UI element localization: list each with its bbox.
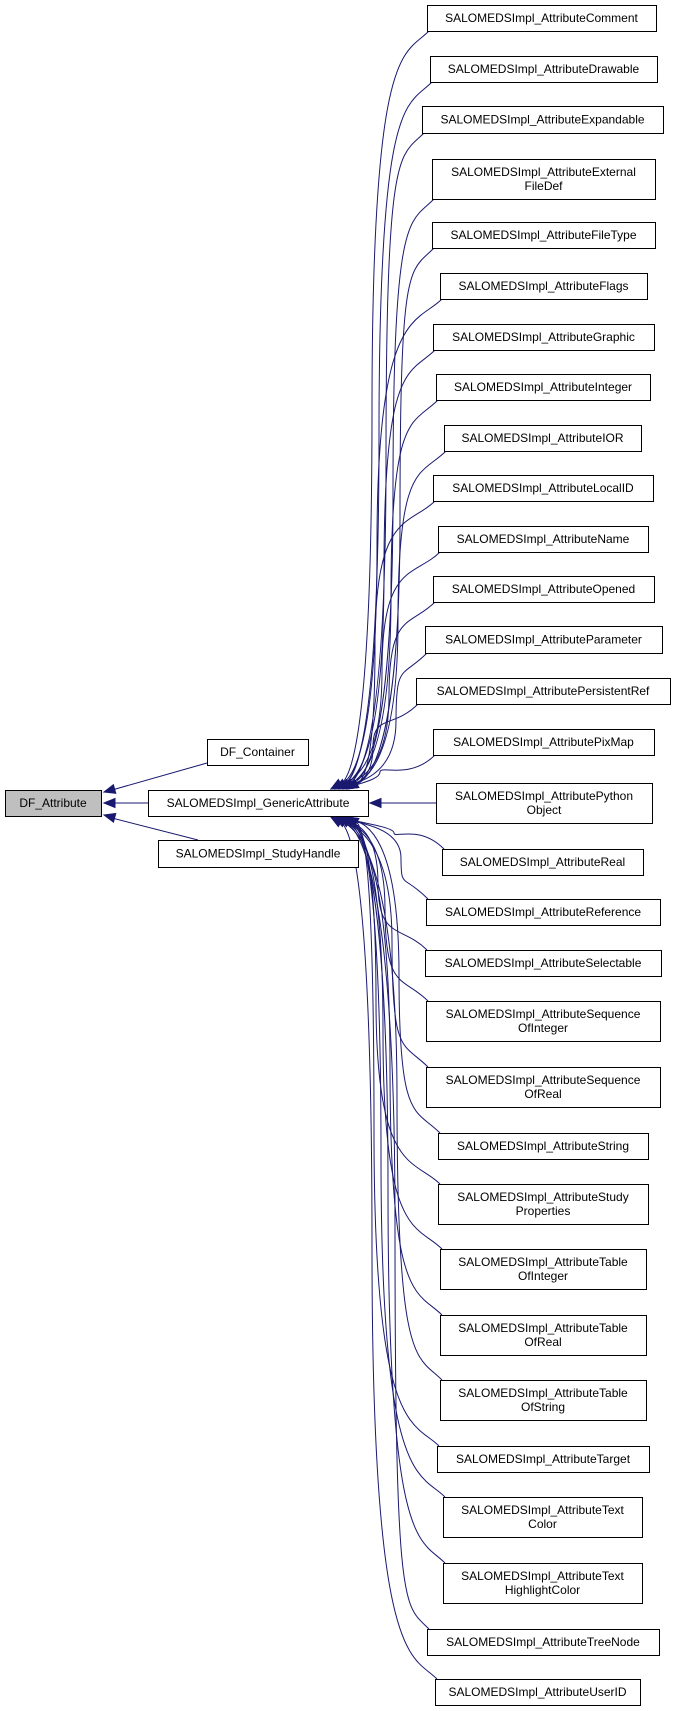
- class-node-attr-sequence-of-real[interactable]: SALOMEDSImpl_AttributeSequenceOfReal: [426, 1067, 661, 1108]
- inheritance-diagram: DF_Attribute DF_Container SALOMEDSImpl_Gen…: [0, 0, 675, 1711]
- class-label: SALOMEDSImpl_AttributeTable: [458, 1321, 628, 1335]
- class-label: SALOMEDSImpl_AttributeText: [461, 1569, 624, 1583]
- class-label: FileDef: [524, 179, 563, 193]
- class-label: SALOMEDSImpl_AttributeSequence: [446, 1007, 641, 1021]
- class-label: HighlightColor: [505, 1583, 580, 1597]
- class-label: SALOMEDSImpl_AttributeGraphic: [452, 330, 635, 344]
- class-node-attr-local-id[interactable]: SALOMEDSImpl_AttributeLocalID: [433, 475, 654, 502]
- class-label: SALOMEDSImpl_AttributeUserID: [448, 1685, 626, 1699]
- class-node-attr-sequence-of-integer[interactable]: SALOMEDSImpl_AttributeSequenceOfInteger: [426, 1001, 661, 1042]
- diagram-svg: DF_Attribute DF_Container SALOMEDSImpl_Gen…: [5, 5, 671, 1706]
- class-label: SALOMEDSImpl_AttributeInteger: [454, 380, 632, 394]
- class-node-attr-name[interactable]: SALOMEDSImpl_AttributeName: [438, 526, 649, 553]
- class-node-attr-expandable[interactable]: SALOMEDSImpl_AttributeExpandable: [422, 106, 664, 134]
- class-label: SALOMEDSImpl_AttributeExpandable: [440, 113, 644, 127]
- class-label: SALOMEDSImpl_AttributeSequence: [446, 1073, 641, 1087]
- inheritance-arrowhead: [102, 812, 117, 824]
- class-label: SALOMEDSImpl_AttributeComment: [445, 11, 638, 25]
- class-label: SALOMEDSImpl_AttributeReal: [460, 855, 625, 869]
- class-node-attr-flags[interactable]: SALOMEDSImpl_AttributeFlags: [440, 273, 648, 300]
- class-node-attr-file-type[interactable]: SALOMEDSImpl_AttributeFileType: [432, 222, 656, 249]
- class-label: Properties: [516, 1204, 571, 1218]
- class-label: OfInteger: [518, 1269, 568, 1283]
- class-node-attr-reference[interactable]: SALOMEDSImpl_AttributeReference: [426, 899, 661, 926]
- class-label: SALOMEDSImpl_AttributePython: [455, 789, 633, 803]
- class-label: SALOMEDSImpl_AttributeTable: [458, 1386, 628, 1400]
- class-node-attr-integer[interactable]: SALOMEDSImpl_AttributeInteger: [436, 374, 651, 401]
- class-node-attr-opened[interactable]: SALOMEDSImpl_AttributeOpened: [433, 576, 655, 603]
- class-node-attr-comment[interactable]: SALOMEDSImpl_AttributeComment: [427, 5, 657, 32]
- inheritance-arrowhead: [102, 797, 116, 809]
- class-node-attr-graphic[interactable]: SALOMEDSImpl_AttributeGraphic: [433, 324, 655, 351]
- inheritance-edge-study-handle-to-df-attribute: [111, 817, 199, 841]
- class-node-attr-study-properties[interactable]: SALOMEDSImpl_AttributeStudyProperties: [438, 1184, 649, 1225]
- class-label: SALOMEDSImpl_AttributeOpened: [452, 582, 635, 596]
- class-node-df-attribute[interactable]: DF_Attribute: [5, 790, 102, 817]
- class-node-attr-parameter[interactable]: SALOMEDSImpl_AttributeParameter: [425, 626, 663, 654]
- class-node-attr-user-id[interactable]: SALOMEDSImpl_AttributeUserID: [435, 1679, 641, 1706]
- class-node-attr-ior[interactable]: SALOMEDSImpl_AttributeIOR: [444, 425, 642, 452]
- class-label: SALOMEDSImpl_AttributeName: [457, 532, 630, 546]
- class-node-attr-persistent-ref[interactable]: SALOMEDSImpl_AttributePersistentRef: [416, 678, 671, 705]
- class-label: OfString: [521, 1400, 565, 1414]
- class-label: SALOMEDSImpl_AttributeExternal: [451, 165, 636, 179]
- class-label: SALOMEDSImpl_AttributeStudy: [457, 1190, 628, 1204]
- inheritance-edge-attr-file-type-to-generic-attribute: [352, 247, 435, 787]
- class-label: SALOMEDSImpl_StudyHandle: [176, 847, 341, 861]
- class-label: SALOMEDSImpl_AttributeSelectable: [445, 956, 642, 970]
- class-label: SALOMEDSImpl_AttributeString: [457, 1139, 629, 1153]
- class-node-attr-target[interactable]: SALOMEDSImpl_AttributeTarget: [437, 1446, 650, 1473]
- class-label: SALOMEDSImpl_AttributeDrawable: [448, 62, 640, 76]
- class-node-attr-table-of-integer[interactable]: SALOMEDSImpl_AttributeTableOfInteger: [440, 1249, 647, 1290]
- class-label: SALOMEDSImpl_AttributePersistentRef: [437, 684, 650, 698]
- class-node-attr-real[interactable]: SALOMEDSImpl_AttributeReal: [442, 849, 644, 876]
- inheritance-arrowhead: [368, 797, 382, 809]
- class-node-attr-python-object[interactable]: SALOMEDSImpl_AttributePythonObject: [436, 783, 653, 824]
- class-node-attr-table-of-string[interactable]: SALOMEDSImpl_AttributeTableOfString: [440, 1380, 647, 1421]
- class-node-study-handle[interactable]: SALOMEDSImpl_StudyHandle: [158, 840, 359, 868]
- class-node-df-container[interactable]: DF_Container: [207, 739, 309, 766]
- class-label: SALOMEDSImpl_AttributeParameter: [445, 633, 642, 647]
- class-label: SALOMEDSImpl_AttributeText: [461, 1503, 624, 1517]
- class-label: SALOMEDSImpl_AttributeTarget: [456, 1452, 631, 1466]
- inheritance-arrowhead: [102, 783, 117, 794]
- class-label: SALOMEDSImpl_GenericAttribute: [167, 796, 350, 810]
- class-node-attr-text-color[interactable]: SALOMEDSImpl_AttributeTextColor: [443, 1497, 643, 1538]
- class-node-attr-selectable[interactable]: SALOMEDSImpl_AttributeSelectable: [425, 950, 662, 977]
- inheritance-edge-attr-comment-to-generic-attribute: [336, 30, 430, 787]
- class-label: SALOMEDSImpl_AttributeReference: [445, 905, 641, 919]
- class-label: Object: [527, 803, 562, 817]
- class-label: SALOMEDSImpl_AttributeTable: [458, 1255, 628, 1269]
- class-label: Color: [528, 1517, 557, 1531]
- class-node-attr-string[interactable]: SALOMEDSImpl_AttributeString: [438, 1133, 649, 1160]
- class-label: SALOMEDSImpl_AttributePixMap: [453, 735, 634, 749]
- class-label: SALOMEDSImpl_AttributeFlags: [458, 279, 628, 293]
- class-label: SALOMEDSImpl_AttributeFileType: [450, 228, 636, 242]
- class-label: SALOMEDSImpl_AttributeTreeNode: [446, 1635, 640, 1649]
- class-node-attr-pixmap[interactable]: SALOMEDSImpl_AttributePixMap: [433, 729, 655, 756]
- class-node-attr-text-highlight-color[interactable]: SALOMEDSImpl_AttributeTextHighlightColor: [443, 1563, 643, 1604]
- class-label: SALOMEDSImpl_AttributeIOR: [461, 431, 623, 445]
- class-node-attr-tree-node[interactable]: SALOMEDSImpl_AttributeTreeNode: [427, 1629, 660, 1656]
- nodes-layer: DF_Attribute DF_Container SALOMEDSImpl_Gen…: [5, 5, 671, 1706]
- class-label: OfReal: [524, 1335, 561, 1349]
- class-node-attr-drawable[interactable]: SALOMEDSImpl_AttributeDrawable: [430, 56, 658, 83]
- class-node-attr-external-file-def[interactable]: SALOMEDSImpl_AttributeExternalFileDef: [432, 159, 656, 200]
- class-node-attr-table-of-real[interactable]: SALOMEDSImpl_AttributeTableOfReal: [440, 1315, 647, 1356]
- class-label: OfReal: [524, 1087, 561, 1101]
- inheritance-edge-df-container-to-df-attribute: [111, 762, 208, 791]
- class-label: SALOMEDSImpl_AttributeLocalID: [452, 481, 634, 495]
- class-label: DF_Attribute: [19, 796, 87, 810]
- class-label: DF_Container: [220, 745, 295, 759]
- class-node-generic-attribute[interactable]: SALOMEDSImpl_GenericAttribute: [148, 790, 369, 817]
- class-label: OfInteger: [518, 1021, 568, 1035]
